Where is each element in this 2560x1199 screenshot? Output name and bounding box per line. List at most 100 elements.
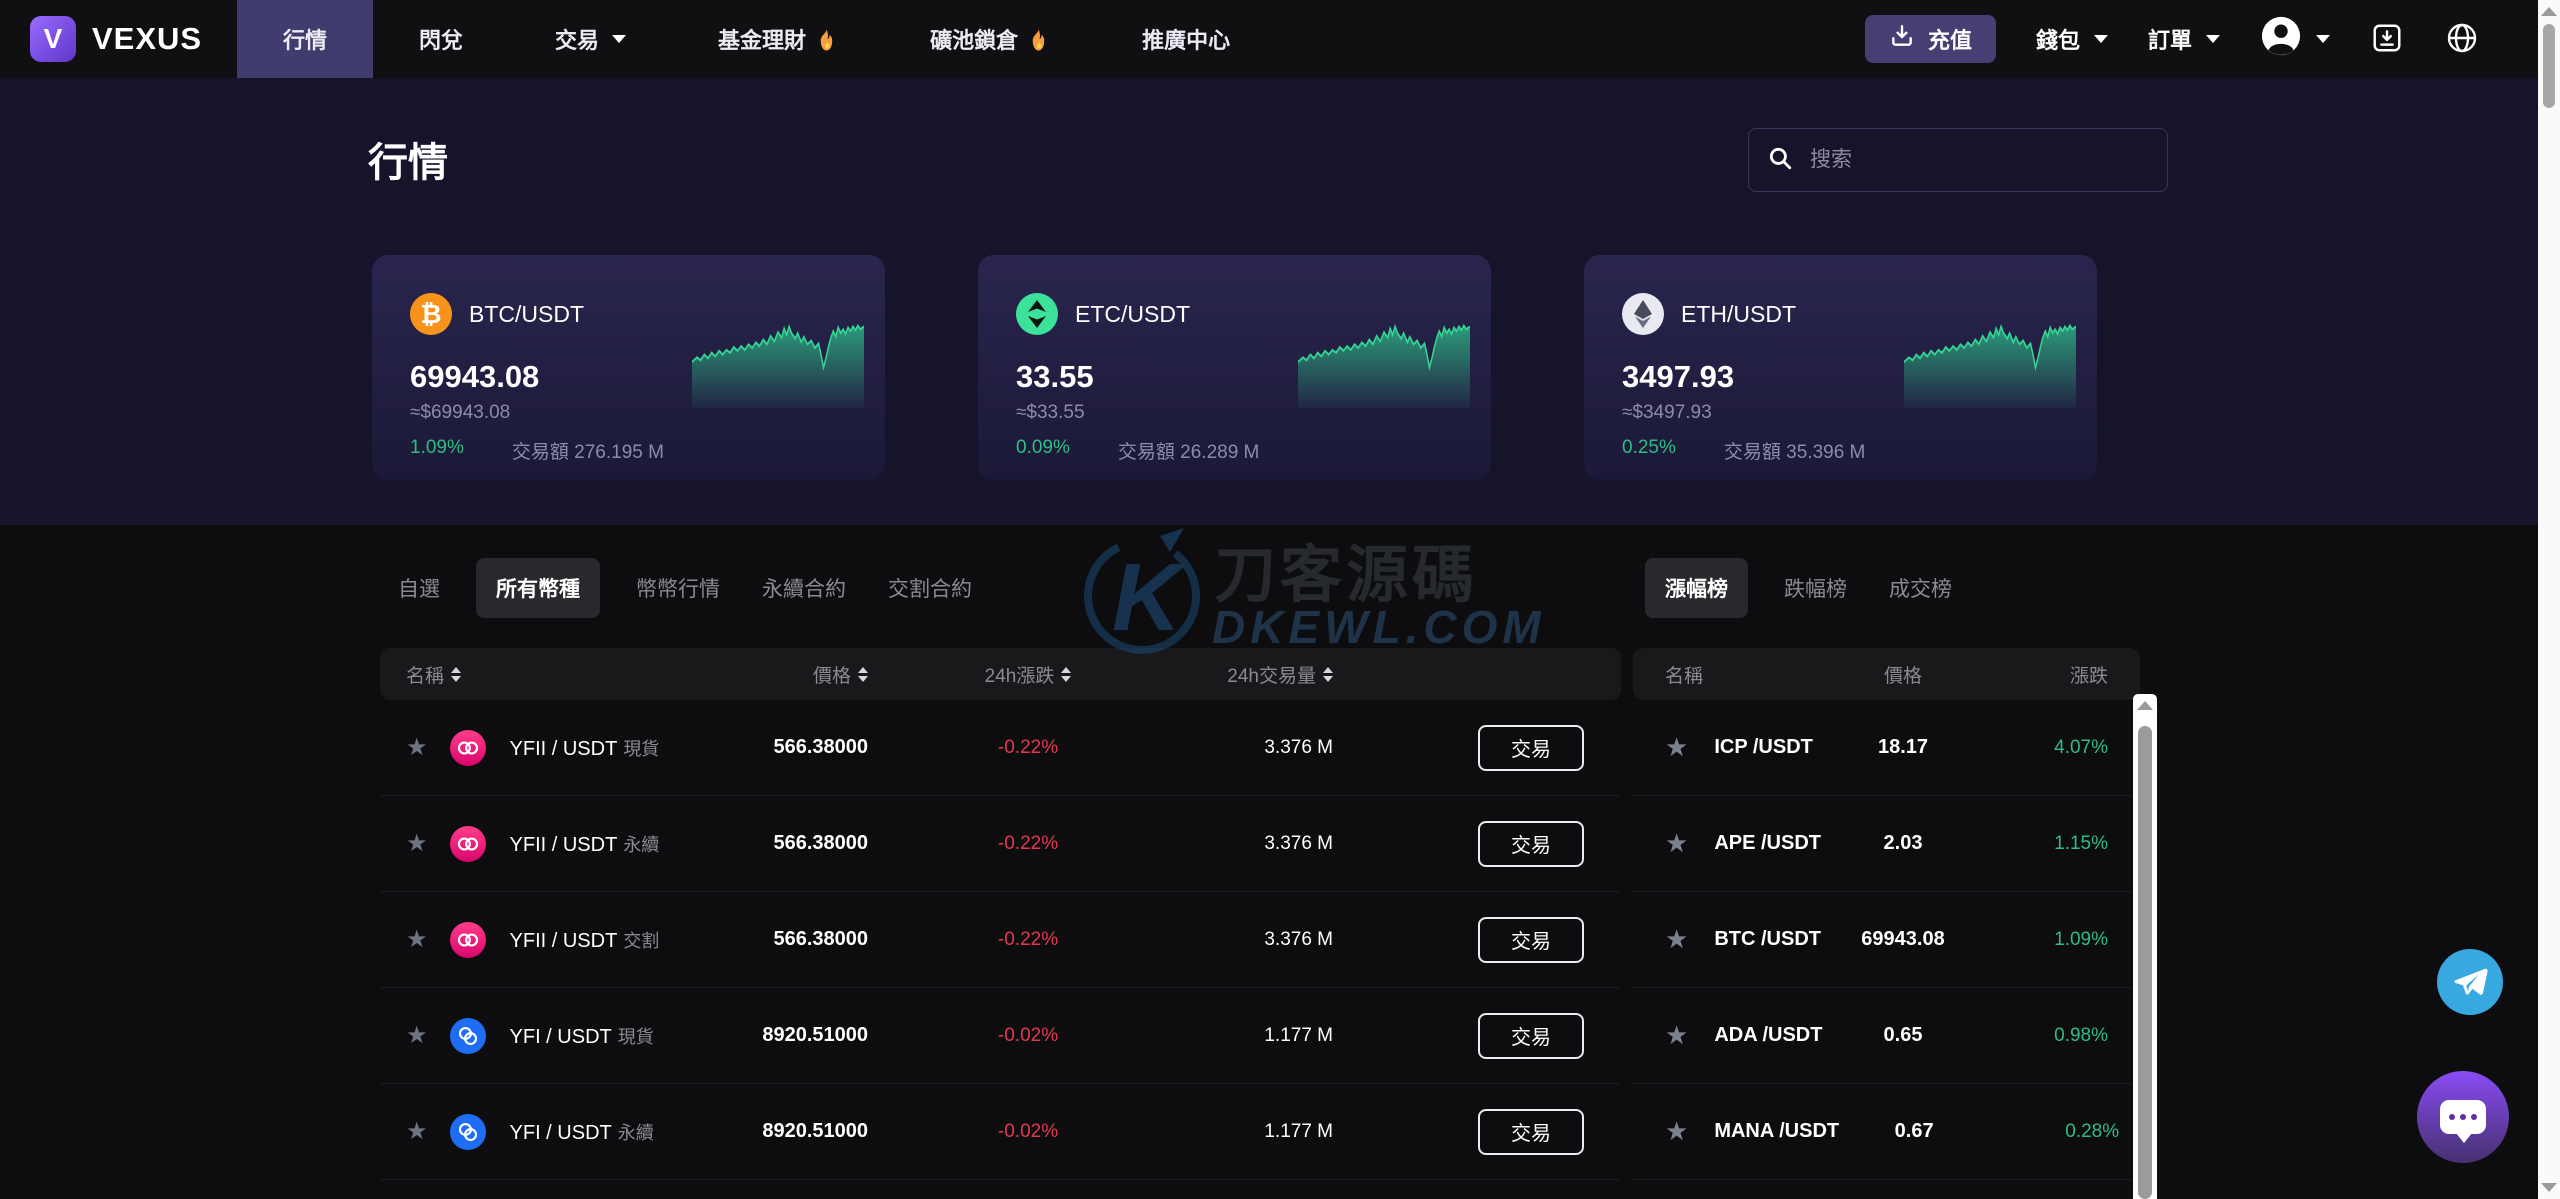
favorite-star-icon[interactable]: ★ bbox=[406, 1117, 428, 1146]
ticker-card-etc[interactable]: ETC/USDT33.55≈$33.550.09%交易額 26.289 M bbox=[978, 255, 1491, 480]
change-value: -0.22% bbox=[998, 833, 1058, 855]
column-header-change24h[interactable]: 24h漲跌 bbox=[985, 661, 1072, 688]
pair-label: ETH/USDT bbox=[1681, 301, 1796, 328]
orders-menu[interactable]: 訂單 bbox=[2148, 23, 2220, 55]
btc-icon: ₿ bbox=[410, 293, 452, 335]
scrollbar-thumb[interactable] bbox=[2543, 24, 2555, 108]
nav-item-market[interactable]: 行情 bbox=[237, 0, 373, 78]
favorite-star-icon[interactable]: ★ bbox=[406, 1021, 428, 1050]
chat-support-button[interactable] bbox=[2417, 1071, 2509, 1163]
favorite-star-icon[interactable]: ★ bbox=[1665, 1116, 1688, 1147]
market-row[interactable]: ★YFII / USDT永續566.38000-0.22%3.376 M交易 bbox=[380, 796, 1621, 892]
price-value: 8920.51000 bbox=[762, 1120, 868, 1143]
rank-tab-volume[interactable]: 成交榜 bbox=[1883, 558, 1958, 618]
trade-button[interactable]: 交易 bbox=[1478, 917, 1584, 963]
rank-tab-losers[interactable]: 跌幅榜 bbox=[1778, 558, 1853, 618]
deposit-icon bbox=[1889, 23, 1915, 55]
chevron-down-icon bbox=[2206, 35, 2220, 43]
pair-label: YFII / USDT現貨 bbox=[510, 735, 660, 761]
favorite-star-icon[interactable]: ★ bbox=[1665, 1020, 1688, 1051]
price-value: 69943.08 bbox=[1861, 928, 1944, 951]
price-value: 2.03 bbox=[1884, 832, 1923, 855]
scrollbar-thumb[interactable] bbox=[2138, 726, 2152, 1199]
chevron-down-icon bbox=[2094, 35, 2108, 43]
pair-label: BTC /USDT bbox=[1714, 928, 1821, 951]
change-value: -0.22% bbox=[998, 929, 1058, 951]
pair-label: ETC/USDT bbox=[1075, 301, 1190, 328]
nav-item-promotion[interactable]: 推廣中心 bbox=[1096, 0, 1276, 78]
language-button[interactable] bbox=[2444, 20, 2480, 59]
change-value: 1.09% bbox=[2054, 929, 2108, 951]
nav-item-fund[interactable]: 基金理財 bbox=[672, 0, 884, 78]
app-download-button[interactable] bbox=[2370, 21, 2404, 58]
search-box[interactable] bbox=[1748, 128, 2168, 192]
rank-row[interactable]: ★MANA /USDT0.670.28% bbox=[1633, 1084, 2140, 1180]
column-header-price[interactable]: 價格 bbox=[813, 661, 868, 688]
page-scrollbar[interactable] bbox=[2538, 0, 2560, 1199]
sort-icon[interactable] bbox=[1323, 667, 1333, 682]
rank-row[interactable]: ★ BTC /USDT 69943.08 1.09% bbox=[1633, 892, 2140, 988]
sort-icon[interactable] bbox=[451, 667, 461, 682]
rank-table-scrollbar[interactable] bbox=[2133, 694, 2157, 1199]
trade-button[interactable]: 交易 bbox=[1478, 821, 1584, 867]
volume-value: 3.376 M bbox=[1264, 929, 1333, 951]
scroll-up-arrow[interactable] bbox=[2541, 7, 2557, 16]
scroll-down-arrow[interactable] bbox=[2541, 1183, 2557, 1192]
pair-label: YFI / USDT永續 bbox=[510, 1119, 654, 1145]
favorite-star-icon[interactable]: ★ bbox=[1665, 732, 1688, 763]
trade-button[interactable]: 交易 bbox=[1478, 1013, 1584, 1059]
account-menu[interactable] bbox=[2260, 15, 2330, 63]
rank-row[interactable]: ★ADA /USDT0.650.98% bbox=[1633, 988, 2140, 1084]
ticker-card-eth[interactable]: ETH/USDT3497.93≈$3497.930.25%交易額 35.396 … bbox=[1584, 255, 2097, 480]
market-row[interactable]: ★YFI / USDT永續8920.51000-0.02%1.177 M交易 bbox=[380, 1084, 1621, 1180]
favorite-star-icon[interactable]: ★ bbox=[1665, 924, 1688, 955]
brand[interactable]: V VEXUS bbox=[0, 0, 237, 78]
favorite-star-icon[interactable]: ★ bbox=[1665, 828, 1688, 859]
column-header-name[interactable]: 名稱 bbox=[406, 661, 678, 688]
market-row[interactable]: ★YFII / USDT交割566.38000-0.22%3.376 M交易 bbox=[380, 892, 1621, 988]
volume-value: 1.177 M bbox=[1264, 1121, 1333, 1143]
yfi-icon bbox=[450, 1114, 486, 1150]
market-type-label: 永續 bbox=[623, 835, 659, 855]
tab-spot-market[interactable]: 幣幣行情 bbox=[630, 558, 726, 618]
price-value: 18.17 bbox=[1878, 736, 1928, 759]
tab-favorites[interactable]: 自選 bbox=[392, 558, 446, 618]
rank-tabs: 漲幅榜跌幅榜成交榜 bbox=[1645, 558, 1958, 618]
favorite-star-icon[interactable]: ★ bbox=[406, 733, 428, 762]
search-icon bbox=[1767, 145, 1793, 176]
rank-row[interactable]: ★ICP /USDT18.174.07% bbox=[1633, 700, 2140, 796]
rank-row[interactable]: ★APE /USDT2.031.15% bbox=[1633, 796, 2140, 892]
screen: V VEXUS 行情閃兌交易基金理財礦池鎖倉推廣中心 充值 錢包 訂單 bbox=[0, 0, 2560, 1199]
sort-icon[interactable] bbox=[1061, 667, 1071, 682]
volume: 交易額 276.195 M bbox=[512, 437, 664, 464]
telegram-button[interactable] bbox=[2437, 949, 2503, 1015]
nav-item-flash-swap[interactable]: 閃兌 bbox=[373, 0, 509, 78]
rank-table-header: 名稱價格漲跌 bbox=[1633, 648, 2140, 700]
yfii-icon bbox=[450, 922, 486, 958]
rank-column-header-price: 價格 bbox=[1884, 661, 1922, 688]
chevron-down-icon bbox=[2316, 35, 2330, 43]
wallet-menu[interactable]: 錢包 bbox=[2036, 23, 2108, 55]
sort-icon[interactable] bbox=[858, 667, 868, 682]
nav-item-trade[interactable]: 交易 bbox=[509, 0, 672, 78]
rank-tab-gainers[interactable]: 漲幅榜 bbox=[1645, 558, 1748, 618]
tab-delivery[interactable]: 交割合約 bbox=[882, 558, 978, 618]
rank-column-header-change: 漲跌 bbox=[2070, 661, 2108, 688]
column-header-volume24h[interactable]: 24h交易量 bbox=[1227, 661, 1333, 688]
tab-all-coins[interactable]: 所有幣種 bbox=[476, 558, 600, 618]
scroll-up-arrow[interactable] bbox=[2137, 701, 2153, 710]
pair-label: ICP /USDT bbox=[1714, 736, 1813, 759]
nav-item-mining-lock[interactable]: 礦池鎖倉 bbox=[884, 0, 1096, 78]
market-row[interactable]: ★YFII / USDT現貨566.38000-0.22%3.376 M交易 bbox=[380, 700, 1621, 796]
yfi-icon bbox=[450, 1018, 486, 1054]
favorite-star-icon[interactable]: ★ bbox=[406, 925, 428, 954]
ticker-card-btc[interactable]: ₿BTC/USDT69943.08≈$69943.081.09%交易額 276.… bbox=[372, 255, 885, 480]
tab-perpetual[interactable]: 永續合約 bbox=[756, 558, 852, 618]
pair-label: YFII / USDT交割 bbox=[510, 927, 660, 953]
search-input[interactable] bbox=[1808, 147, 2149, 173]
favorite-star-icon[interactable]: ★ bbox=[406, 829, 428, 858]
trade-button[interactable]: 交易 bbox=[1478, 1109, 1584, 1155]
deposit-button[interactable]: 充值 bbox=[1865, 15, 1996, 63]
trade-button[interactable]: 交易 bbox=[1478, 725, 1584, 771]
market-row[interactable]: ★YFI / USDT現貨8920.51000-0.02%1.177 M交易 bbox=[380, 988, 1621, 1084]
